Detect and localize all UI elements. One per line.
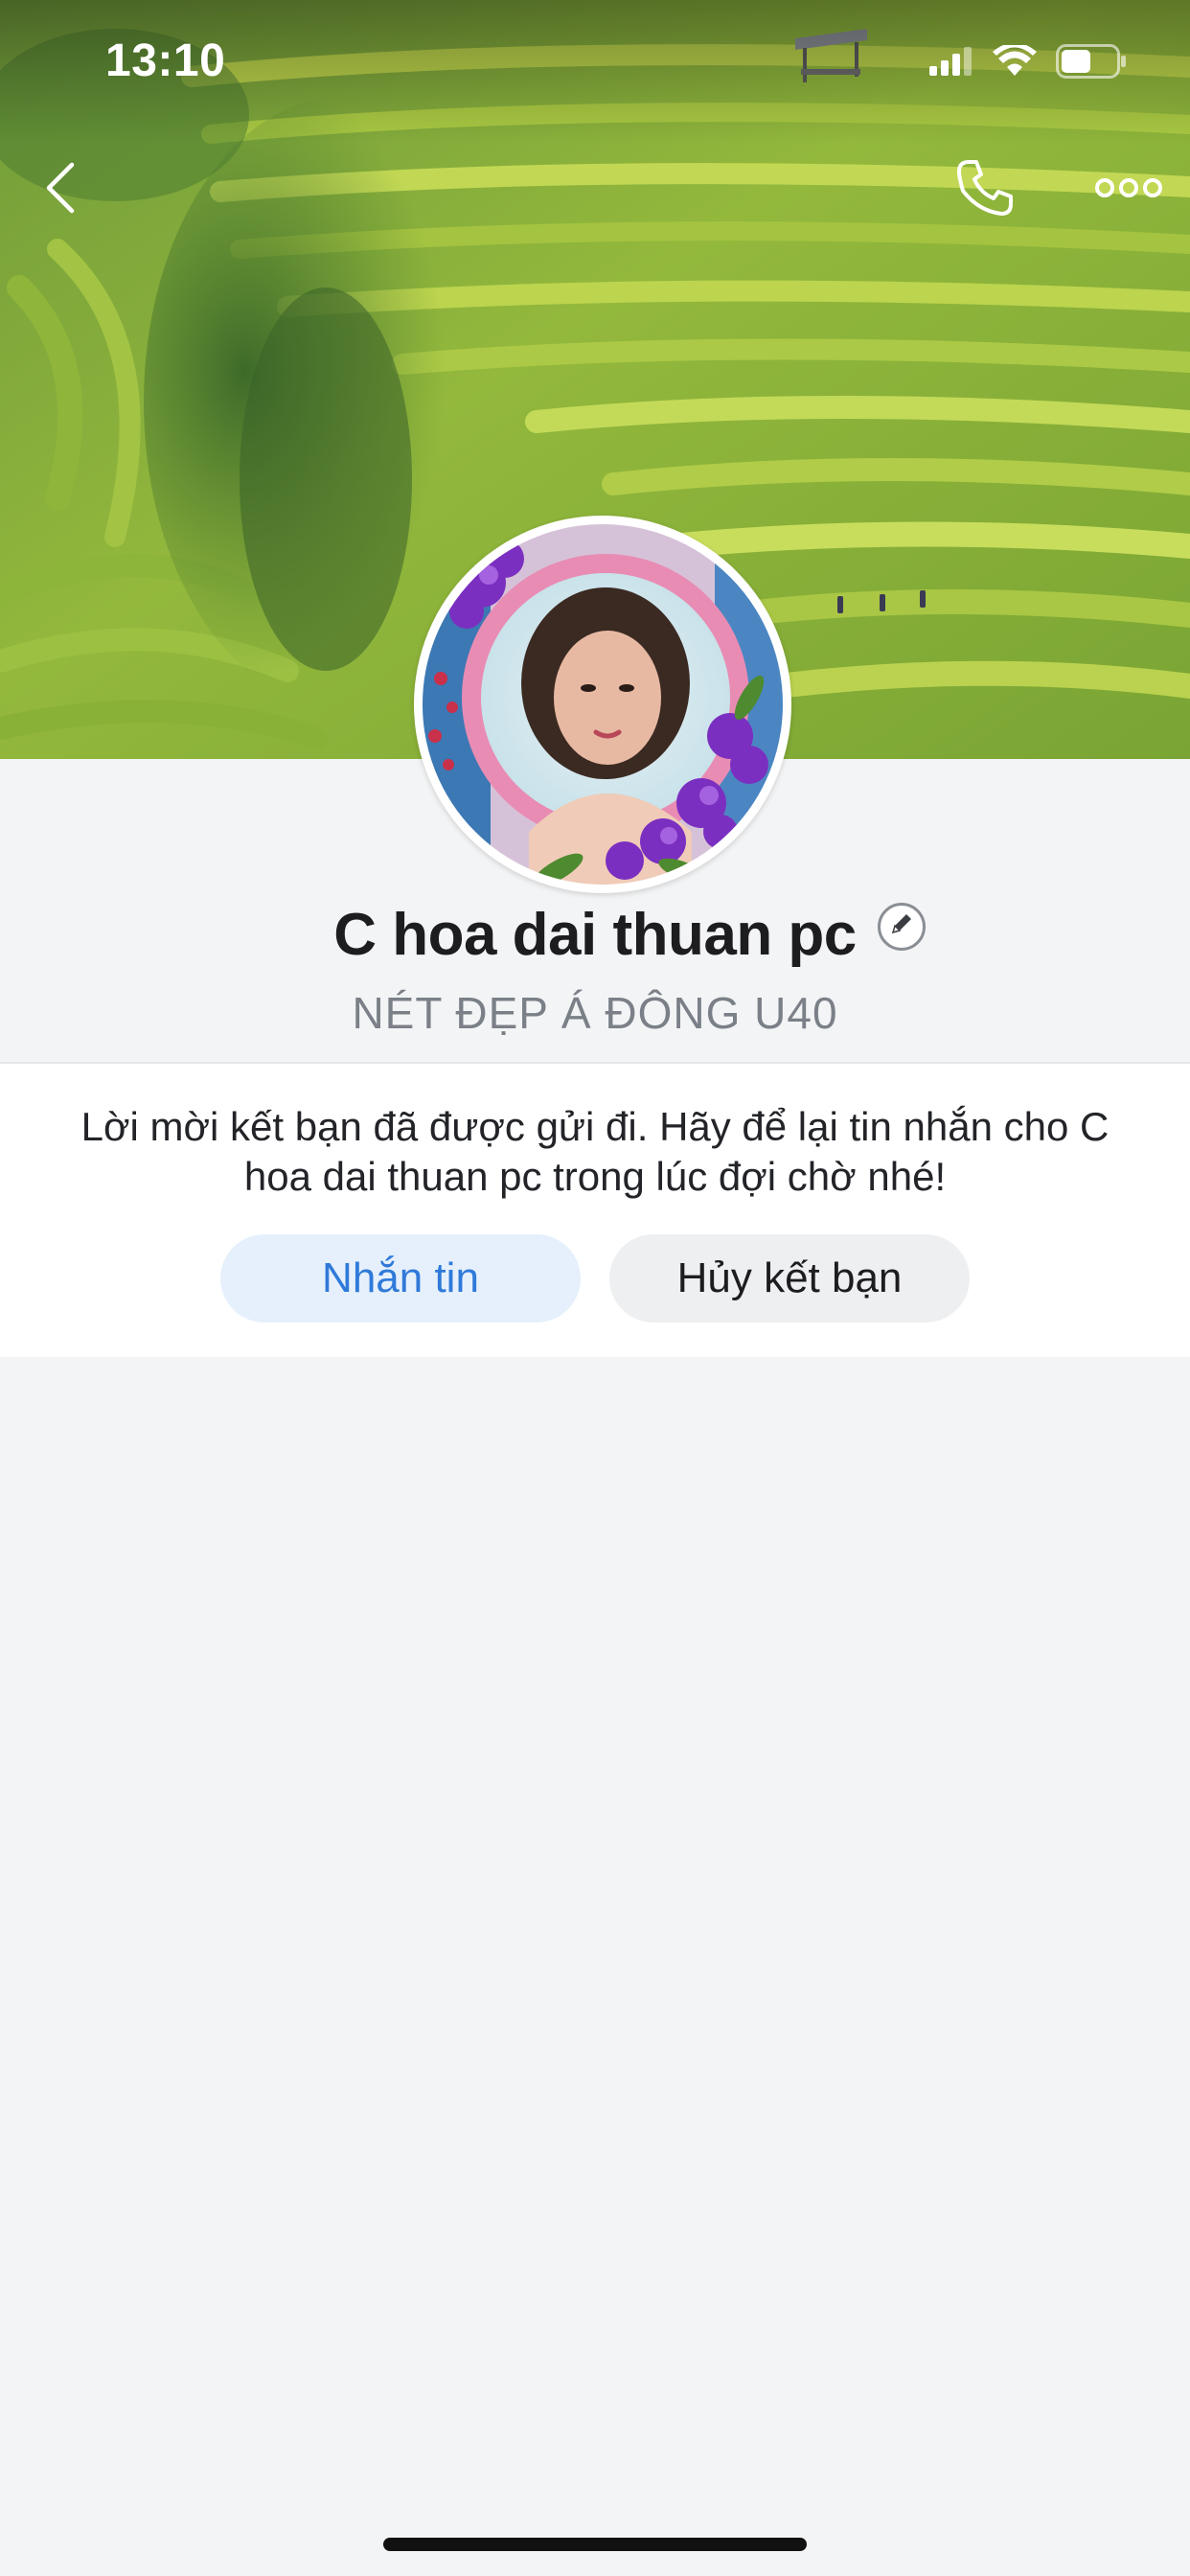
cancel-friend-request-button[interactable]: Hủy kết bạn <box>609 1234 970 1322</box>
wifi-icon <box>993 42 1037 82</box>
profile-name-wrap: C hoa dai thuan pc <box>333 901 926 969</box>
profile-name: C hoa dai thuan pc <box>333 901 857 968</box>
profile-status: NÉT ĐẸP Á ĐÔNG U40 <box>352 988 838 1038</box>
friend-request-notice: Lời mời kết bạn đã được gửi đi. Hãy để l… <box>80 1104 1110 1199</box>
edit-name-button[interactable] <box>877 902 926 951</box>
status-icons <box>929 42 1127 83</box>
friend-request-card: Lời mời kết bạn đã được gửi đi. Hãy để l… <box>0 1062 1190 1357</box>
more-options-button[interactable] <box>1088 161 1169 218</box>
profile-screen: 13:10 C hoa dai thuan pc NÉT ĐẸP Á ĐÔNG … <box>0 0 1190 2576</box>
call-button[interactable] <box>949 153 1021 226</box>
phone-icon <box>955 158 1015 222</box>
status-time: 13:10 <box>105 35 226 86</box>
status-bar: 13:10 <box>0 0 1190 126</box>
battery-icon <box>1056 44 1127 83</box>
profile-name-row: C hoa dai thuan pc <box>0 891 1190 978</box>
avatar[interactable] <box>414 516 791 893</box>
chevron-left-icon <box>41 161 80 219</box>
back-button[interactable] <box>29 158 92 221</box>
more-horizontal-icon <box>1095 176 1162 204</box>
home-indicator[interactable] <box>383 2538 807 2551</box>
cellular-signal-icon <box>929 47 973 80</box>
pencil-icon <box>889 911 914 941</box>
message-button[interactable]: Nhắn tin <box>220 1234 581 1322</box>
